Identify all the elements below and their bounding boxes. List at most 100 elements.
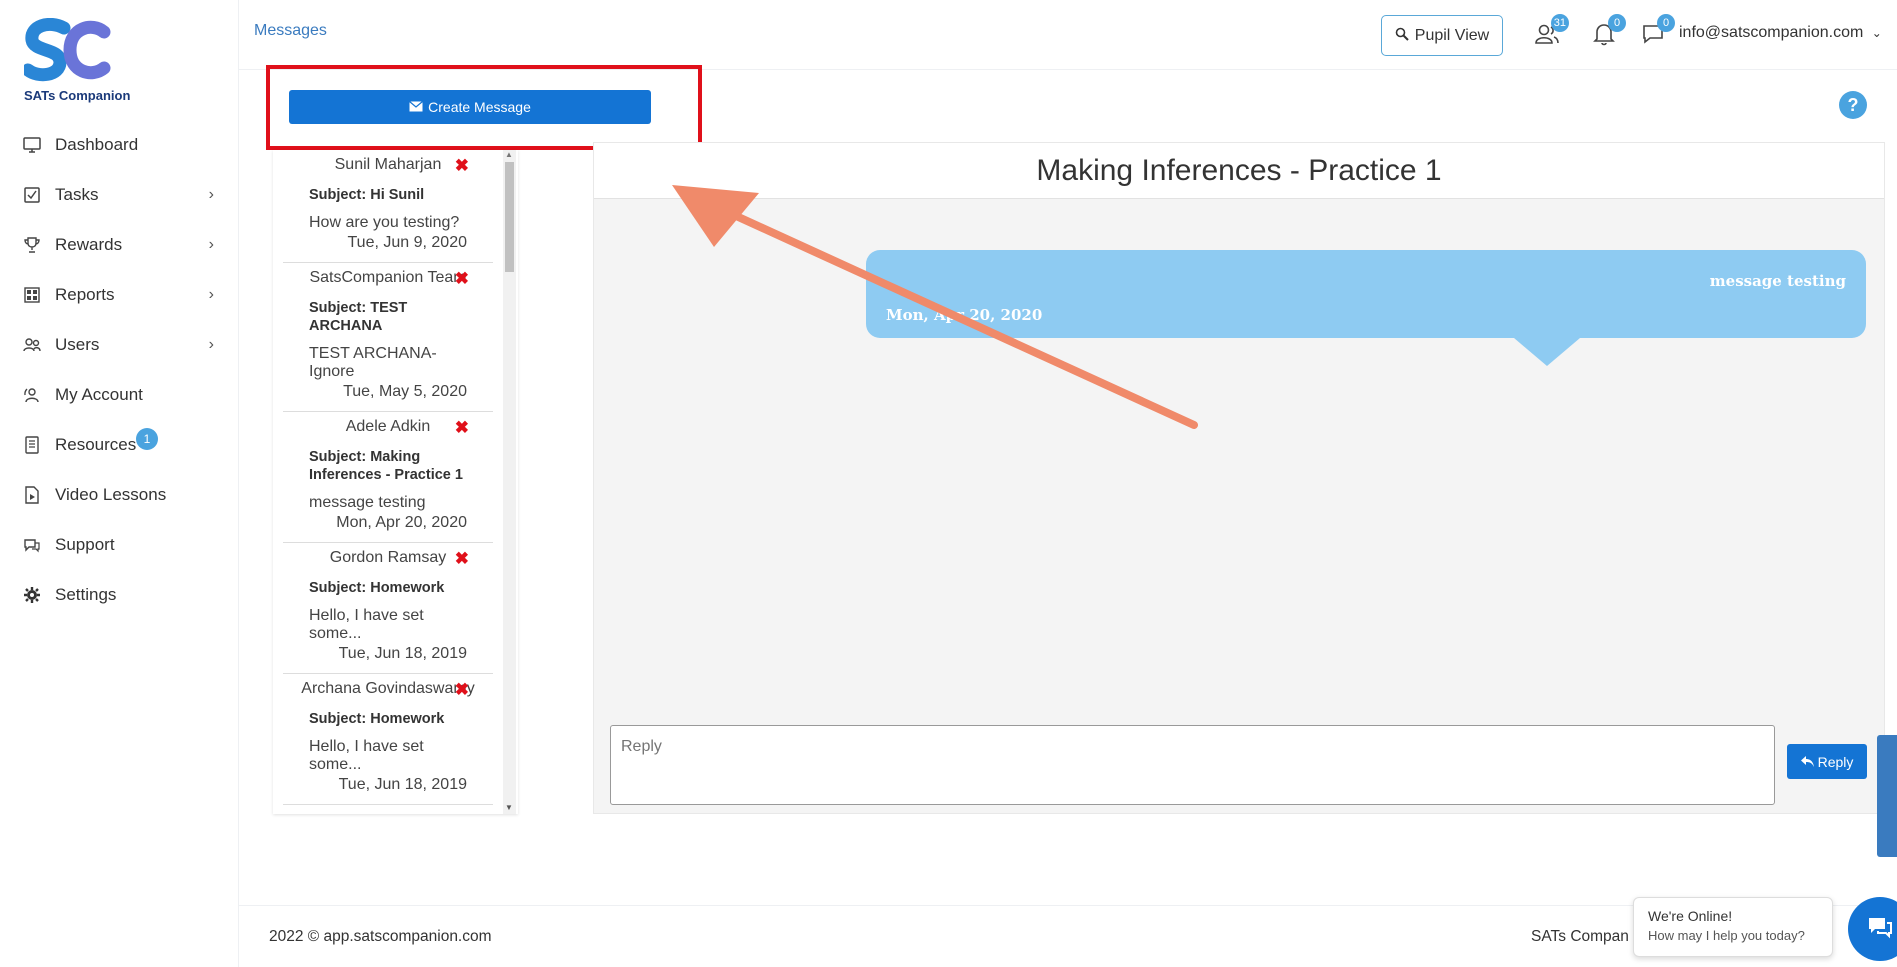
footer-copyright: 2022 © app.satscompanion.com xyxy=(269,928,492,945)
message-subject: Subject: Making Inferences - Practice 1 xyxy=(309,449,463,483)
message-subject: Subject: Hi Sunil xyxy=(309,187,425,203)
envelope-icon xyxy=(409,99,424,115)
sidebar-item-label: Support xyxy=(55,535,115,554)
message-preview: message testing xyxy=(309,494,426,511)
sidebar-item-settings[interactable]: Settings xyxy=(0,570,238,620)
sidebar-item-label: My Account xyxy=(55,385,143,404)
message-list-item[interactable]: SatsCompanion Team ✖ Subject: TEST ARCHA… xyxy=(283,263,493,412)
message-preview: Hello, I have set some... xyxy=(309,738,424,773)
gear-icon xyxy=(22,585,42,605)
chevron-right-icon: › xyxy=(208,186,214,203)
logo-text: SATs Companion xyxy=(24,88,131,103)
delete-icon[interactable]: ✖ xyxy=(455,269,469,289)
bubble-message-text: message testing xyxy=(1709,272,1846,290)
resources-badge: 1 xyxy=(136,428,158,450)
users-icon xyxy=(22,335,42,355)
messages-button[interactable]: 0 xyxy=(1639,14,1675,50)
chat-popup-title: We're Online! xyxy=(1648,908,1733,924)
feedback-tab[interactable] xyxy=(1877,735,1897,857)
users-count-badge: 31 xyxy=(1550,14,1569,32)
message-list-item[interactable]: Sunil Maharjan ✖ Subject: Hi Sunil How a… xyxy=(283,150,493,263)
message-preview: TEST ARCHANA-Ignore xyxy=(309,345,437,380)
scroll-thumb[interactable] xyxy=(505,162,514,272)
delete-icon[interactable]: ✖ xyxy=(455,418,469,438)
chevron-down-icon: ⌄ xyxy=(1871,26,1882,40)
sidebar-item-label: Settings xyxy=(55,585,117,604)
pupil-view-button[interactable]: Pupil View xyxy=(1381,15,1503,56)
sidebar-item-label: Resources xyxy=(55,435,137,454)
sidebar-item-label: Reports xyxy=(55,285,115,304)
tasks-icon xyxy=(22,185,42,205)
message-list-item[interactable]: Gordon Ramsay ✖ Subject: Homework Hello,… xyxy=(283,543,493,674)
message-list-item[interactable]: Archana Govindaswamy ✖ Subject: Homework… xyxy=(283,674,493,805)
resources-icon xyxy=(22,435,42,455)
sidebar-item-resources[interactable]: Resources 1 xyxy=(0,420,238,470)
message-date: Tue, Jun 18, 2019 xyxy=(338,776,467,793)
message-date: Tue, Jun 18, 2019 xyxy=(338,645,467,662)
users-count-button[interactable]: 31 xyxy=(1533,14,1569,50)
notifications-button[interactable]: 0 xyxy=(1590,14,1626,50)
sidebar-item-users[interactable]: Users › xyxy=(0,320,238,370)
sidebar-item-rewards[interactable]: Rewards › xyxy=(0,220,238,270)
message-subject: Subject: Homework xyxy=(309,711,445,727)
message-date: Tue, May 5, 2020 xyxy=(343,383,467,400)
delete-icon[interactable]: ✖ xyxy=(455,549,469,569)
sidebar-item-dashboard[interactable]: Dashboard xyxy=(0,120,238,170)
chat-popup[interactable]: We're Online! How may I help you today? xyxy=(1633,897,1833,957)
account-menu[interactable]: info@satscompanion.com ⌄ xyxy=(1679,24,1882,42)
message-list: Sunil Maharjan ✖ Subject: Hi Sunil How a… xyxy=(273,150,518,814)
message-preview: How are you testing? xyxy=(309,214,460,231)
sidebar-item-support[interactable]: Support xyxy=(0,520,238,570)
message-date: Mon, Apr 20, 2020 xyxy=(336,514,467,531)
reply-button-label: Reply xyxy=(1817,753,1854,770)
sidebar-item-video-lessons[interactable]: Video Lessons xyxy=(0,470,238,520)
reply-button[interactable]: Reply xyxy=(1787,744,1867,779)
breadcrumb[interactable]: Messages xyxy=(254,22,327,40)
logo-mark-icon xyxy=(21,18,111,82)
message-list-scrollbar[interactable]: ▲ ▼ xyxy=(503,150,516,814)
create-message-button[interactable]: Create Message xyxy=(289,90,651,124)
sidebar-nav: Dashboard Tasks › Rewards › Reports › Us… xyxy=(0,120,238,620)
message-preview: Hello, I have set some... xyxy=(309,607,424,642)
create-message-label: Create Message xyxy=(428,99,531,115)
top-bar: Messages Pupil View 31 0 0 info@satscomp… xyxy=(239,0,1897,70)
message-date: Tue, Jun 9, 2020 xyxy=(347,234,468,251)
sidebar-item-label: Video Lessons xyxy=(55,485,167,504)
message-list-item[interactable]: Adele Adkin ✖ Subject: Making Inferences… xyxy=(283,412,493,543)
reports-icon xyxy=(22,285,42,305)
footer-brand: SATs Compan xyxy=(1531,928,1629,945)
scroll-up-arrow-icon[interactable]: ▲ xyxy=(505,150,513,159)
pupil-view-label: Pupil View xyxy=(1414,26,1490,44)
delete-icon[interactable]: ✖ xyxy=(455,680,469,700)
monitor-icon xyxy=(22,135,42,155)
chevron-right-icon: › xyxy=(208,286,214,303)
video-icon xyxy=(22,485,42,505)
chevron-right-icon: › xyxy=(208,336,214,353)
sidebar: SATs Companion Dashboard Tasks › Rewards… xyxy=(0,0,238,967)
messages-badge: 0 xyxy=(1657,14,1675,32)
bubble-tail xyxy=(1514,338,1580,366)
sidebar-item-tasks[interactable]: Tasks › xyxy=(0,170,238,220)
sidebar-item-label: Dashboard xyxy=(55,135,139,154)
magnifier-icon xyxy=(1395,27,1409,44)
chat-bubble-icon xyxy=(1866,915,1894,944)
message-subject: Subject: TEST ARCHANA xyxy=(309,300,408,334)
scroll-down-arrow-icon[interactable]: ▼ xyxy=(505,803,513,812)
sidebar-item-label: Users xyxy=(55,335,100,354)
account-email: info@satscompanion.com xyxy=(1679,24,1864,41)
help-icon[interactable]: ? xyxy=(1839,91,1867,119)
sidebar-item-label: Tasks xyxy=(55,185,99,204)
sidebar-item-label: Rewards xyxy=(55,235,123,254)
message-subject: Subject: Homework xyxy=(309,580,445,596)
chat-popup-subtitle: How may I help you today? xyxy=(1648,928,1805,943)
account-icon xyxy=(22,385,42,405)
support-icon xyxy=(22,535,42,555)
annotation-arrow-icon xyxy=(672,185,1198,429)
notifications-badge: 0 xyxy=(1608,14,1626,32)
reply-input[interactable] xyxy=(610,725,1775,805)
delete-icon[interactable]: ✖ xyxy=(455,156,469,176)
sidebar-item-reports[interactable]: Reports › xyxy=(0,270,238,320)
chevron-right-icon: › xyxy=(208,236,214,253)
main-content: Messages Pupil View 31 0 0 info@satscomp… xyxy=(238,0,1897,967)
sidebar-item-my-account[interactable]: My Account xyxy=(0,370,238,420)
